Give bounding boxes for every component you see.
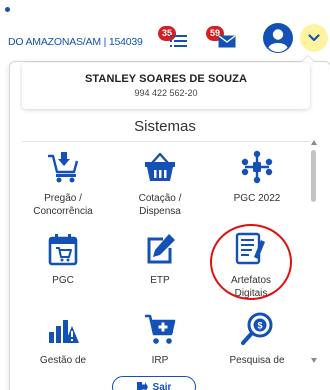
scroll-up-arrow-icon[interactable] [311, 140, 317, 145]
tasks-notification-button[interactable]: 35 [158, 26, 194, 56]
user-circle-icon[interactable] [262, 22, 294, 54]
user-menu-toggle[interactable] [300, 24, 328, 52]
system-pgc-2022[interactable]: PGC 2022 [214, 150, 300, 205]
chevron-down-icon [308, 34, 320, 42]
basket-icon [145, 152, 175, 181]
section-divider [22, 141, 310, 142]
edit-icon [147, 234, 175, 264]
logout-label: Sair [152, 381, 172, 390]
system-etp[interactable]: ETP [117, 232, 203, 287]
system-label: Pesquisa de [229, 355, 285, 366]
menu-dot-icon [5, 7, 10, 12]
system-label: Gestão de [39, 355, 87, 366]
calendar-cart-icon [48, 234, 78, 266]
auction-icon [48, 152, 79, 183]
top-bar: DO AMAZONAS/AM | 154039 35 59 [0, 0, 330, 62]
svg-text:$: $ [257, 321, 262, 331]
user-info-card: STANLEY SOARES DE SOUZA 994 422 562-20 [22, 63, 310, 109]
app-page: DO AMAZONAS/AM | 154039 35 59 STANLEY SO… [0, 0, 330, 390]
system-label: Cotação / Dispensa [138, 193, 182, 217]
user-name: STANLEY SOARES DE SOUZA [84, 73, 248, 85]
panel-scrollbar[interactable] [310, 140, 319, 372]
systems-title: Sistemas [134, 118, 196, 135]
network-icon [241, 150, 273, 184]
price-search-icon: $ [241, 312, 273, 345]
system-label: PGC 2022 [233, 193, 281, 204]
mail-icon [218, 35, 236, 48]
user-cpf: 994 422 562-20 [134, 88, 198, 98]
system-cotacao[interactable]: Cotação / Dispensa [117, 150, 203, 218]
system-gestao[interactable]: Gestão de [20, 312, 106, 367]
system-irp[interactable]: IRP [117, 312, 203, 367]
organization-unit: DO AMAZONAS/AM | 154039 [8, 36, 143, 48]
system-label: IRP [151, 355, 169, 366]
highlight-annotation [210, 224, 292, 300]
scroll-down-arrow-icon[interactable] [311, 358, 317, 363]
system-pgc[interactable]: PGC [20, 232, 106, 287]
system-label: PGC [52, 275, 74, 286]
messages-notification-button[interactable]: 59 [206, 26, 242, 56]
dropdown-caret [301, 55, 315, 62]
logout-button[interactable]: Sair [112, 376, 196, 390]
system-label: ETP [150, 275, 170, 286]
chart-warning-icon [49, 320, 79, 343]
scroll-thumb[interactable] [311, 150, 316, 202]
system-pesquisa[interactable]: $ Pesquisa de [214, 312, 300, 367]
system-label: Pregão / Concorrência [33, 193, 93, 217]
logout-icon [136, 382, 148, 390]
cart-plus-icon [145, 314, 176, 344]
list-icon [170, 35, 187, 47]
system-pregao[interactable]: Pregão / Concorrência [20, 150, 106, 218]
